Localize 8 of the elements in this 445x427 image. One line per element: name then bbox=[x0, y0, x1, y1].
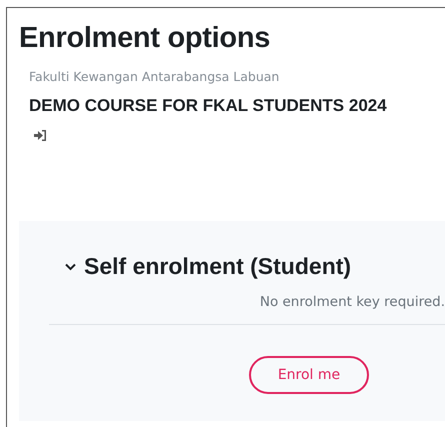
course-name: DEMO COURSE FOR FKAL STUDENTS 2024 bbox=[29, 96, 387, 115]
sign-in-icon bbox=[34, 130, 47, 141]
chevron-icon[interactable] bbox=[65, 262, 76, 270]
course-category: Fakulti Kewangan Antarabangsa Labuan bbox=[29, 69, 280, 84]
section-heading: Self enrolment (Student) bbox=[84, 253, 352, 280]
page-title: Enrolment options bbox=[19, 22, 272, 55]
enrol-button[interactable]: Enrol me bbox=[249, 356, 369, 394]
enrolment-note: No enrolment key required. bbox=[260, 294, 445, 310]
